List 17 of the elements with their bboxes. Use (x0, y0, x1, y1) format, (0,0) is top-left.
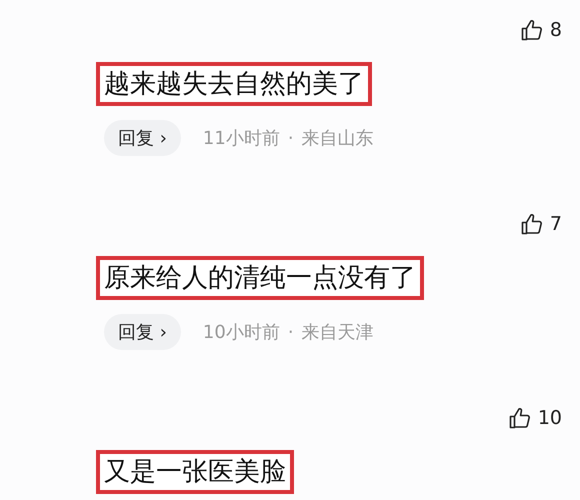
comment-text: 原来给人的清纯一点没有了 (96, 256, 424, 300)
like-button[interactable]: 7 (520, 210, 562, 238)
separator-dot: · (288, 322, 294, 342)
reply-button[interactable]: 回复 › (104, 120, 181, 156)
thumbs-up-icon (520, 18, 544, 42)
separator-dot: · (288, 128, 294, 148)
comment-text: 越来越失去自然的美了 (96, 62, 372, 106)
comment-text: 又是一张医美脸 (96, 450, 294, 494)
like-button[interactable]: 10 (508, 404, 562, 432)
reply-button[interactable]: 回复 › (104, 314, 181, 350)
comment-time: 11小时前 (202, 127, 280, 150)
thumbs-up-icon (520, 212, 544, 236)
comment-location: 来自山东 (302, 127, 374, 150)
like-button[interactable]: 8 (520, 16, 562, 44)
comment-time: 10小时前 (202, 321, 280, 344)
thumbs-up-icon (508, 406, 532, 430)
comment-location: 来自天津 (302, 321, 374, 344)
